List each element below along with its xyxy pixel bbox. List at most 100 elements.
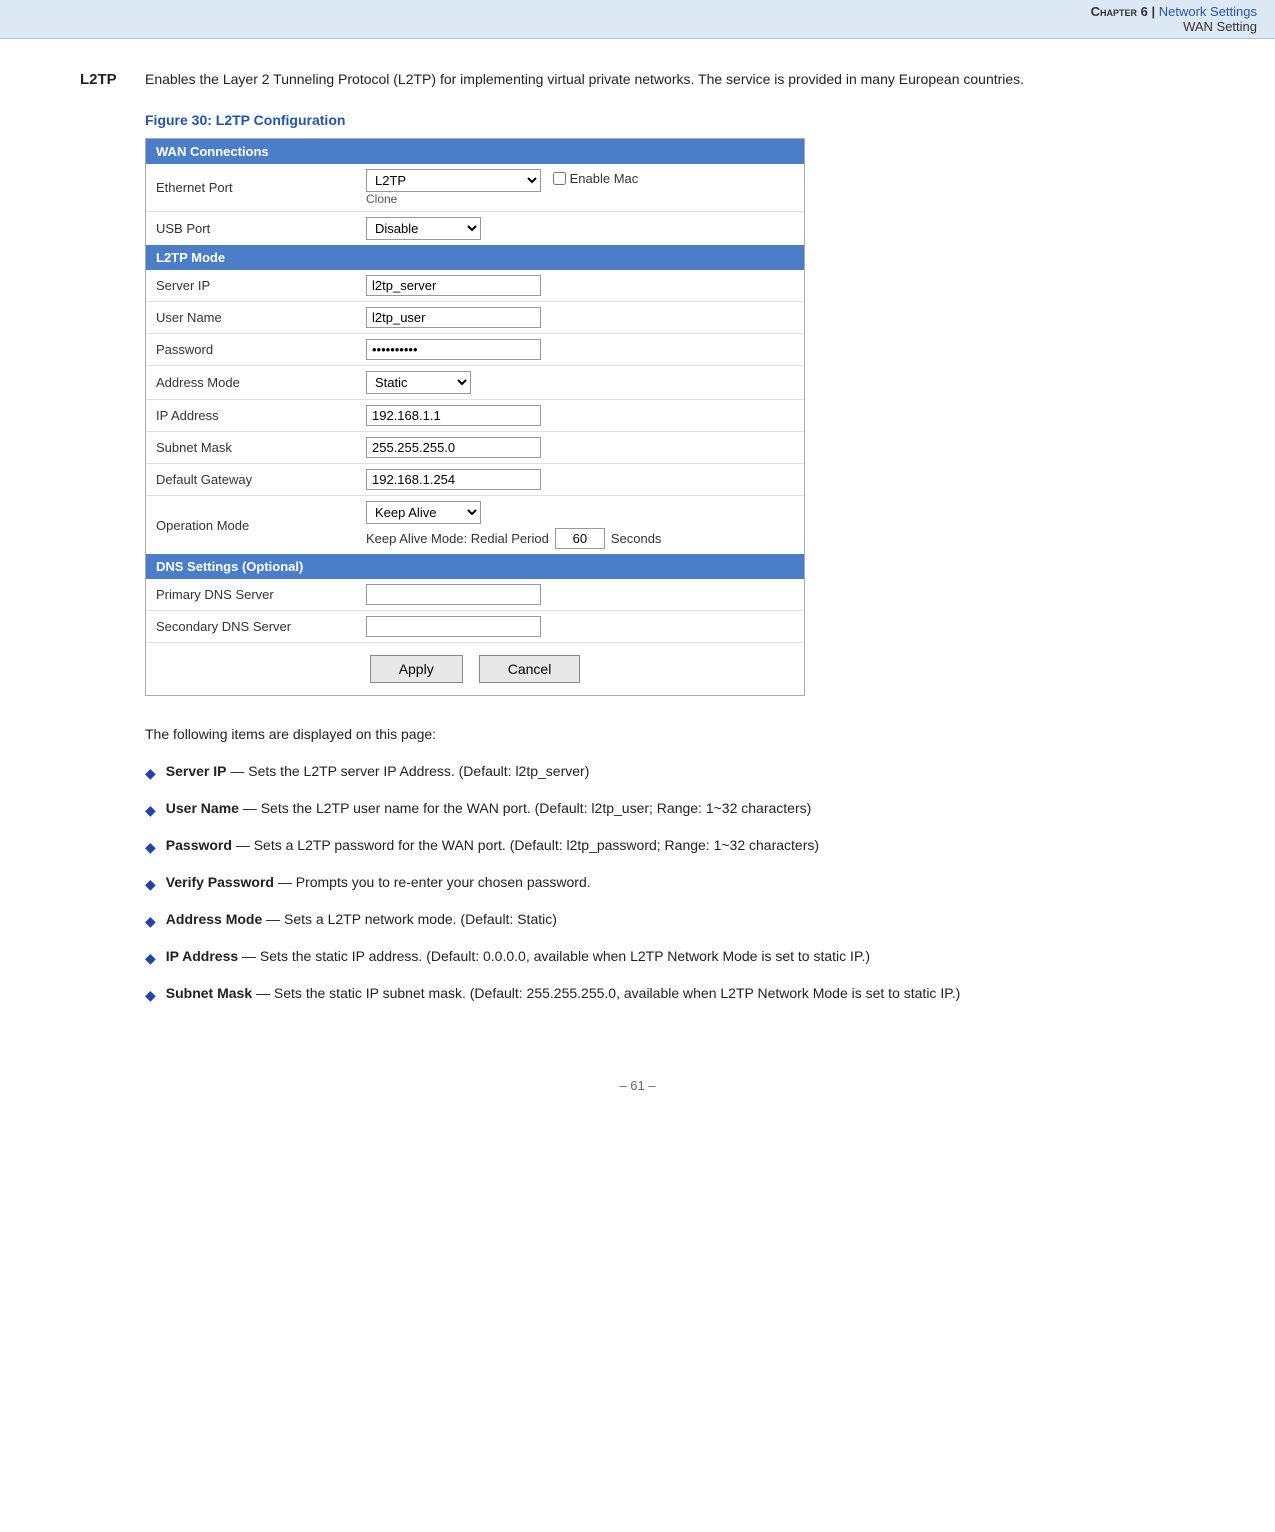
password-row: Password — [146, 334, 804, 366]
list-item: ◆ Password — Sets a L2TP password for th… — [145, 835, 1195, 858]
server-ip-label: Server IP — [146, 270, 356, 302]
page-footer: – 61 – — [0, 1060, 1275, 1103]
ip-address-label: IP Address — [146, 400, 356, 432]
ethernet-port-row: Ethernet Port L2TP Enable Mac Clone — [146, 164, 804, 212]
default-gateway-controls — [356, 464, 804, 496]
user-name-row: User Name — [146, 302, 804, 334]
ip-address-row: IP Address — [146, 400, 804, 432]
default-gateway-row: Default Gateway — [146, 464, 804, 496]
config-box: WAN Connections Ethernet Port L2TP Enabl… — [145, 138, 805, 696]
server-ip-row: Server IP — [146, 270, 804, 302]
bullet-icon: ◆ — [145, 837, 156, 858]
desc-detail: — Sets the static IP subnet mask. (Defau… — [256, 985, 960, 1001]
bullet-icon: ◆ — [145, 911, 156, 932]
primary-dns-row: Primary DNS Server — [146, 579, 804, 611]
desc-detail: — Prompts you to re-enter your chosen pa… — [278, 874, 591, 890]
apply-button[interactable]: Apply — [370, 655, 463, 683]
desc-section: The following items are displayed on thi… — [145, 724, 1195, 1006]
password-label: Password — [146, 334, 356, 366]
chapter-label: Chapter 6 — [1091, 4, 1148, 19]
secondary-dns-controls — [356, 611, 804, 643]
page-header: Chapter 6 | Network Settings WAN Setting — [0, 0, 1275, 39]
address-mode-label: Address Mode — [146, 366, 356, 400]
clone-text: Clone — [366, 192, 794, 206]
desc-detail: — Sets the L2TP server IP Address. (Defa… — [230, 763, 589, 779]
buttons-row: Apply Cancel — [146, 642, 804, 695]
desc-term: User Name — [166, 800, 239, 816]
desc-text: Verify Password — Prompts you to re-ente… — [166, 872, 1195, 893]
dns-settings-table: Primary DNS Server Secondary DNS Server — [146, 579, 804, 642]
wan-connections-table: Ethernet Port L2TP Enable Mac Clone USB … — [146, 164, 804, 245]
password-input[interactable] — [366, 339, 541, 360]
primary-dns-input[interactable] — [366, 584, 541, 605]
subnet-mask-input[interactable] — [366, 437, 541, 458]
op-mode-cell: Keep Alive Keep Alive Mode: Redial Perio… — [366, 501, 794, 549]
ip-address-controls — [356, 400, 804, 432]
intro-term: L2TP — [80, 71, 135, 88]
list-item: ◆ Subnet Mask — Sets the static IP subne… — [145, 983, 1195, 1006]
enable-mac-text: Enable Mac — [570, 171, 639, 186]
default-gateway-input[interactable] — [366, 469, 541, 490]
server-ip-controls — [356, 270, 804, 302]
desc-detail: — Sets the L2TP user name for the WAN po… — [243, 800, 811, 816]
operation-mode-label: Operation Mode — [146, 496, 356, 555]
secondary-dns-input[interactable] — [366, 616, 541, 637]
keepalive-unit: Seconds — [611, 531, 662, 546]
header-separator: | — [1151, 4, 1158, 19]
page-number: – 61 – — [619, 1078, 655, 1093]
header-chapter: Chapter 6 | Network Settings — [1091, 4, 1257, 19]
user-name-input[interactable] — [366, 307, 541, 328]
keepalive-label: Keep Alive Mode: Redial Period — [366, 531, 549, 546]
bullet-icon: ◆ — [145, 985, 156, 1006]
operation-mode-row: Operation Mode Keep Alive Keep Alive Mod… — [146, 496, 804, 555]
bullet-icon: ◆ — [145, 874, 156, 895]
desc-intro: The following items are displayed on thi… — [145, 724, 1195, 745]
main-content: L2TP Enables the Layer 2 Tunneling Proto… — [0, 39, 1275, 1060]
subnet-mask-row: Subnet Mask — [146, 432, 804, 464]
usb-port-select[interactable]: Disable — [366, 217, 481, 240]
user-name-label: User Name — [146, 302, 356, 334]
keepalive-row: Keep Alive Mode: Redial Period Seconds — [366, 528, 794, 549]
desc-term: Server IP — [166, 763, 227, 779]
list-item: ◆ User Name — Sets the L2TP user name fo… — [145, 798, 1195, 821]
desc-text: Password — Sets a L2TP password for the … — [166, 835, 1195, 856]
subnet-mask-controls — [356, 432, 804, 464]
list-item: ◆ Verify Password — Prompts you to re-en… — [145, 872, 1195, 895]
subnet-mask-label: Subnet Mask — [146, 432, 356, 464]
intro-text: Enables the Layer 2 Tunneling Protocol (… — [145, 69, 1024, 90]
intro-section: L2TP Enables the Layer 2 Tunneling Proto… — [80, 69, 1195, 90]
desc-term: IP Address — [166, 948, 238, 964]
desc-text: Server IP — Sets the L2TP server IP Addr… — [166, 761, 1195, 782]
secondary-dns-row: Secondary DNS Server — [146, 611, 804, 643]
desc-detail: — Sets a L2TP network mode. (Default: St… — [266, 911, 557, 927]
enable-mac-checkbox[interactable] — [553, 172, 566, 185]
bullet-icon: ◆ — [145, 763, 156, 784]
keepalive-seconds-input[interactable] — [555, 528, 605, 549]
list-item: ◆ IP Address — Sets the static IP addres… — [145, 946, 1195, 969]
address-mode-row: Address Mode Static — [146, 366, 804, 400]
enable-mac-label[interactable]: Enable Mac — [553, 171, 639, 186]
primary-dns-controls — [356, 579, 804, 611]
wan-type-select[interactable]: L2TP — [366, 169, 541, 192]
operation-mode-controls: Keep Alive Keep Alive Mode: Redial Perio… — [356, 496, 804, 555]
desc-term: Address Mode — [166, 911, 262, 927]
address-mode-controls: Static — [356, 366, 804, 400]
operation-mode-select[interactable]: Keep Alive — [366, 501, 481, 524]
usb-port-row: USB Port Disable — [146, 212, 804, 246]
bullet-icon: ◆ — [145, 948, 156, 969]
list-item: ◆ Address Mode — Sets a L2TP network mod… — [145, 909, 1195, 932]
keepalive-select-row: Keep Alive — [366, 501, 794, 524]
address-mode-select[interactable]: Static — [366, 371, 471, 394]
desc-detail: — Sets the static IP address. (Default: … — [242, 948, 870, 964]
server-ip-input[interactable] — [366, 275, 541, 296]
cancel-button[interactable]: Cancel — [479, 655, 581, 683]
ethernet-port-label: Ethernet Port — [146, 164, 356, 212]
bullet-icon: ◆ — [145, 800, 156, 821]
network-settings-link[interactable]: Network Settings — [1159, 4, 1257, 19]
l2tp-mode-header: L2TP Mode — [146, 245, 804, 270]
user-name-controls — [356, 302, 804, 334]
ip-address-input[interactable] — [366, 405, 541, 426]
wan-connections-header: WAN Connections — [146, 139, 804, 164]
l2tp-mode-table: Server IP User Name Password Address Mod… — [146, 270, 804, 554]
desc-detail: — Sets a L2TP password for the WAN port.… — [236, 837, 819, 853]
